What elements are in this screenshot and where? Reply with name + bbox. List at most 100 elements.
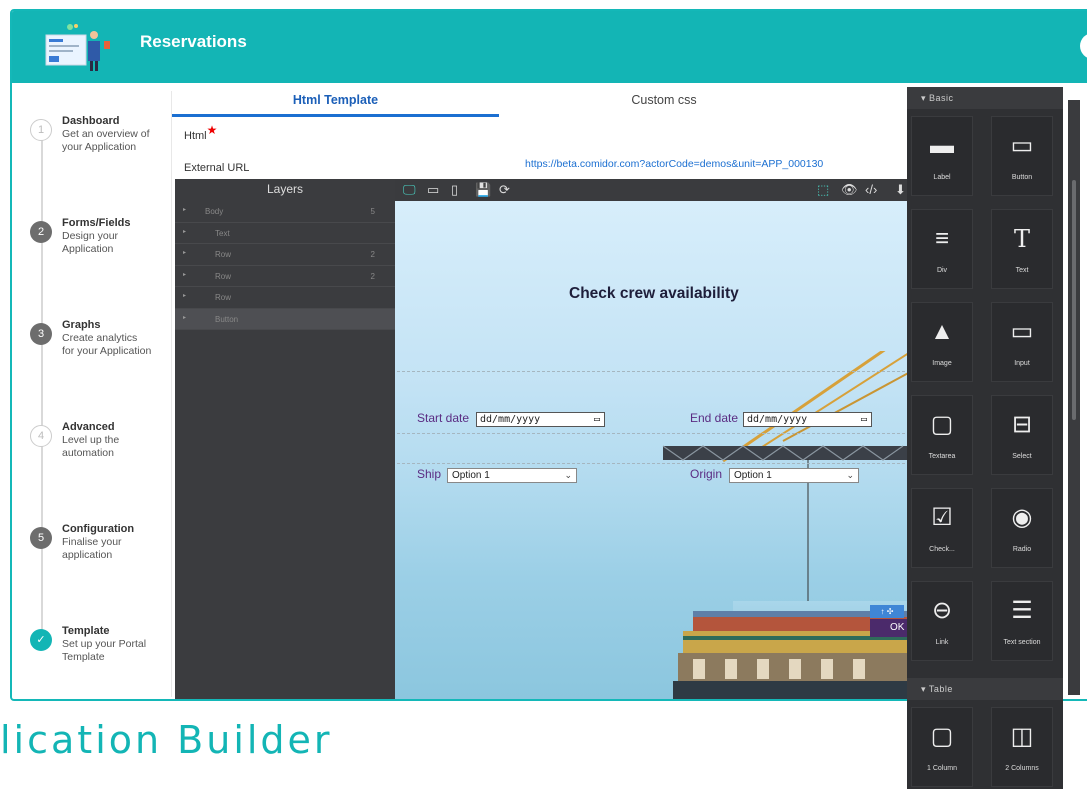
mobile-view-icon[interactable]: ▯ [451,181,458,199]
row-outline [397,433,910,434]
ship-select[interactable]: Option 1 ⌄ [447,468,577,483]
save-icon[interactable]: 💾 [475,181,491,199]
layer-row-selected[interactable]: ▸ Button [175,308,395,330]
step-title: Template [62,625,110,637]
step-number: 5 [30,527,52,549]
layer-name: Row [215,271,232,281]
radio-icon: ◉ [1011,504,1033,531]
block-text-section[interactable]: ☰ Text section [991,581,1053,661]
block-one-column[interactable]: ▢ 1 Column [911,707,973,787]
layer-count: 5 [370,207,375,216]
drag-handle-icon[interactable]: ✣ [887,607,894,616]
layer-count: 2 [370,250,375,259]
basic-category-header[interactable]: ▾ Basic [907,87,1063,109]
block-label-text: Label [933,174,951,181]
outline-toggle-icon[interactable]: ⬚ [817,181,829,199]
layer-row[interactable]: ▸ Row 2 [175,266,395,287]
refresh-icon[interactable]: ⟳ [499,181,510,199]
calendar-icon[interactable]: ▭ [594,413,600,426]
textarea-icon: ▢ [930,411,954,438]
calendar-icon[interactable]: ▭ [861,413,867,426]
caret-icon[interactable]: ▸ [183,314,186,321]
design-canvas[interactable]: Check crew availability Start date dd/mm… [395,201,912,699]
block-label[interactable]: ▬ Label [911,116,973,196]
block-link[interactable]: ⊖ Link [911,581,973,661]
desktop-view-icon[interactable]: 🖵 [403,181,416,199]
link-icon: ⊖ [931,597,953,624]
caret-icon[interactable]: ▸ [183,292,186,299]
blocks-panel: ▾ Basic ▬ Label ▭ Button ≡ Div T Text ▲ Image… [907,87,1063,789]
tablet-view-icon[interactable]: ▭ [427,181,439,199]
block-div[interactable]: ≡ Div [911,209,973,289]
step-description: Level up the automation [62,434,120,459]
layer-row[interactable]: ▸ Row 2 [175,244,395,266]
block-radio[interactable]: ◉ Radio [991,488,1053,568]
block-label-text: Image [932,360,952,367]
layer-name: Text [215,228,230,238]
html-field-label: Html★ [184,123,217,142]
ok-button[interactable]: OK [870,619,910,637]
block-label-text: 2 Columns [1005,765,1039,772]
block-input[interactable]: ▭ Input [991,302,1053,382]
block-button[interactable]: ▭ Button [991,116,1053,196]
one-column-icon: ▢ [930,723,954,750]
chevron-down-icon: ⌄ [846,470,854,480]
page-footer-title: lication Builder [0,718,333,762]
app-logo-icon [45,24,110,71]
start-date-label: Start date [417,411,470,425]
block-label-text: 1 Column [927,765,957,772]
block-select[interactable]: ⊟ Select [991,395,1053,475]
row-outline [397,463,910,464]
block-textarea[interactable]: ▢ Textarea [911,395,973,475]
step-description: Create analytics for your Application [62,332,152,357]
origin-select[interactable]: Option 1 ⌄ [729,468,859,483]
block-label-text: Input [1014,360,1030,367]
page-editor: Layers ▸ Body 5 ▸ Text ▸ Row 2 ▸ Row 2 ▸ Row ▸ Bu… [175,179,912,699]
download-icon[interactable]: ⬇ [895,181,906,199]
stepper-line [41,129,43,634]
caret-icon[interactable]: ▸ [183,228,186,235]
image-icon: ▲ [930,318,954,345]
tab-custom-css[interactable]: Custom css [499,89,829,117]
select-icon: ⊟ [1011,411,1033,438]
preview-eye-icon[interactable]: 👁 [841,181,858,199]
layer-name: Body [205,207,224,216]
step-description: Get an overview of your Application [62,128,150,153]
two-columns-icon: ◫ [1010,723,1034,750]
start-date-input[interactable]: dd/mm/yyyy ▭ [476,412,605,427]
layer-row[interactable]: ▸ Body 5 [175,201,395,223]
code-view-icon[interactable]: ‹/› [865,181,877,199]
caret-icon[interactable]: ▸ [183,206,186,213]
step-title: Graphs [62,319,101,331]
layer-row[interactable]: ▸ Text [175,223,395,244]
input-icon: ▭ [1010,318,1034,345]
move-up-icon[interactable]: ↑ [881,607,885,616]
html-label-text: Html [184,130,207,142]
text-icon: T [1013,225,1030,253]
external-url-link[interactable]: https://beta.comidor.com?actorCode=demos… [525,158,823,170]
panel-scroll-thumb[interactable] [1072,180,1076,420]
end-date-label: End date [690,411,739,425]
block-image[interactable]: ▲ Image [911,302,973,382]
layer-name: Row [215,293,232,302]
user-avatar[interactable] [1080,33,1087,59]
div-icon: ≡ [934,225,949,252]
tab-html-template[interactable]: Html Template [172,89,499,117]
caret-icon[interactable]: ▸ [183,271,186,278]
block-checkbox[interactable]: ☑ Check... [911,488,973,568]
basic-category-title: Basic [929,93,954,103]
step-number: 3 [30,323,52,345]
caret-icon[interactable]: ▸ [183,249,186,256]
block-two-columns[interactable]: ◫ 2 Columns [991,707,1053,787]
table-category-header[interactable]: ▾ Table [907,678,1063,700]
date-placeholder: dd/mm/yyyy [747,414,808,425]
block-label-text: Button [1011,174,1033,181]
layer-row[interactable]: ▸ Row [175,287,395,309]
block-label-text: Link [935,639,949,646]
end-date-input[interactable]: dd/mm/yyyy ▭ [743,412,872,427]
step-description: Set up your Portal Template [62,638,147,663]
form-heading[interactable]: Check crew availability [569,285,739,303]
element-toolbar[interactable]: ↑ ✣ [870,605,904,618]
ship-label: Ship [417,467,442,481]
block-text[interactable]: T Text [991,209,1053,289]
